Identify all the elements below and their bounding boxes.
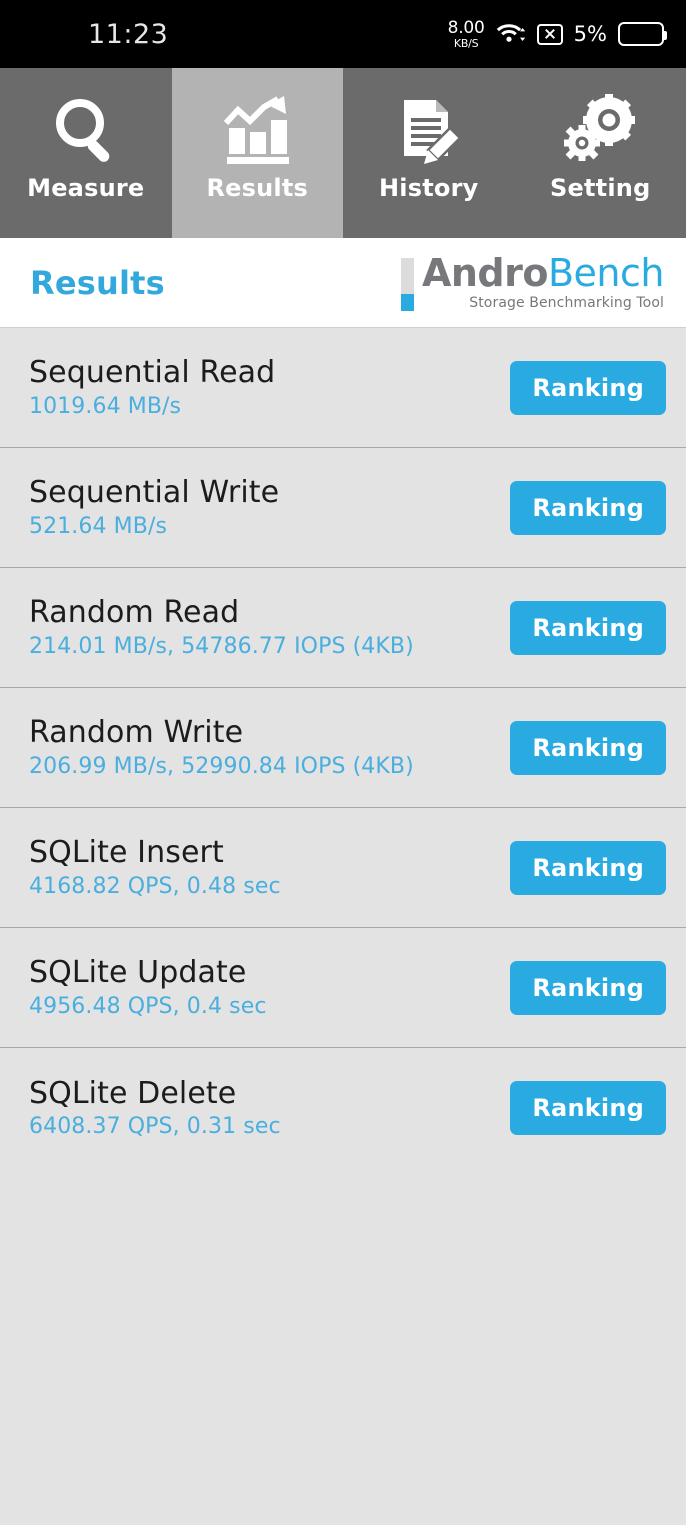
network-speed-value: 8.00 (447, 17, 485, 38)
ranking-button[interactable]: Ranking (510, 960, 666, 1015)
wifi-icon (496, 20, 526, 48)
row-text: SQLite Update 4956.48 QPS, 0.4 sec (29, 957, 267, 1018)
ranking-button[interactable]: Ranking (510, 360, 666, 415)
app-header: Results AndroBench Storage Benchmarking … (0, 238, 686, 328)
table-row[interactable]: Sequential Read 1019.64 MB/s Ranking (0, 328, 686, 448)
logo-bar-mark (400, 254, 414, 311)
result-value: 206.99 MB/s, 52990.84 IOPS (4KB) (29, 753, 414, 779)
result-value: 4956.48 QPS, 0.4 sec (29, 993, 267, 1019)
ranking-button[interactable]: Ranking (510, 720, 666, 775)
result-title: Random Write (29, 715, 244, 751)
result-value: 4168.82 QPS, 0.48 sec (29, 873, 281, 899)
tab-setting-label: Setting (550, 174, 651, 202)
ranking-button[interactable]: Ranking (510, 480, 666, 535)
table-row[interactable]: SQLite Update 4956.48 QPS, 0.4 sec Ranki… (0, 928, 686, 1048)
gears-icon (561, 90, 639, 172)
network-speed-unit: KB/S (453, 36, 479, 50)
row-text: SQLite Delete 6408.37 QPS, 0.31 sec (29, 1078, 281, 1139)
result-value: 521.64 MB/s (29, 513, 168, 539)
row-text: Sequential Read 1019.64 MB/s (29, 357, 275, 418)
results-list: Sequential Read 1019.64 MB/s Ranking Seq… (0, 328, 686, 1168)
table-row[interactable]: Random Read 214.01 MB/s, 54786.77 IOPS (… (0, 568, 686, 688)
tab-measure[interactable]: Measure (0, 68, 172, 238)
page-title: Results (30, 263, 165, 302)
status-bar: 11:23 8.00 KB/S 5% (0, 0, 686, 68)
logo-tagline: Storage Benchmarking Tool (469, 295, 664, 311)
result-value: 214.01 MB/s, 54786.77 IOPS (4KB) (29, 633, 414, 659)
table-row[interactable]: Random Write 206.99 MB/s, 52990.84 IOPS … (0, 688, 686, 808)
table-row[interactable]: Sequential Write 521.64 MB/s Ranking (0, 448, 686, 568)
row-text: Random Write 206.99 MB/s, 52990.84 IOPS … (29, 717, 414, 778)
tab-bar: Measure Results History Setting (0, 68, 686, 238)
result-title: Sequential Write (29, 475, 280, 511)
tab-history[interactable]: History (343, 68, 515, 238)
tab-setting[interactable]: Setting (514, 68, 686, 238)
logo-name: AndroBench (421, 251, 665, 295)
document-pencil-icon (392, 90, 466, 172)
table-row[interactable]: SQLite Insert 4168.82 QPS, 0.48 sec Rank… (0, 808, 686, 928)
row-text: Sequential Write 521.64 MB/s (29, 477, 279, 538)
tab-results[interactable]: Results (171, 68, 343, 238)
ranking-button[interactable]: Ranking (510, 600, 666, 655)
battery-icon (618, 22, 667, 46)
network-speed-indicator: 8.00 KB/S (447, 17, 485, 50)
result-title: SQLite Update (29, 955, 247, 991)
battery-percent-label: 5% (573, 22, 607, 46)
logo-bar-top (400, 258, 414, 294)
tab-history-label: History (379, 174, 479, 202)
logo-wordmark: AndroBench Storage Benchmarking Tool (421, 251, 665, 311)
result-value: 1019.64 MB/s (29, 393, 182, 419)
result-title: SQLite Delete (29, 1075, 237, 1111)
bar-chart-icon (220, 90, 294, 172)
magnifier-icon (49, 90, 123, 172)
tab-measure-label: Measure (27, 174, 145, 202)
logo-name-second: Bench (547, 251, 665, 295)
result-value: 6408.37 QPS, 0.31 sec (29, 1114, 281, 1140)
logo-bar-bottom (400, 294, 414, 311)
ranking-button[interactable]: Ranking (510, 840, 666, 895)
tab-results-label: Results (206, 174, 308, 202)
row-text: Random Read 214.01 MB/s, 54786.77 IOPS (… (29, 597, 414, 658)
result-title: Sequential Read (29, 355, 276, 391)
androbench-logo: AndroBench Storage Benchmarking Tool (400, 251, 665, 311)
logo-name-first: Andro (421, 251, 549, 295)
sim-no-service-icon (536, 23, 563, 45)
status-bar-indicators: 8.00 KB/S 5% (447, 17, 667, 50)
ranking-button[interactable]: Ranking (510, 1081, 666, 1135)
table-row[interactable]: SQLite Delete 6408.37 QPS, 0.31 sec Rank… (0, 1048, 686, 1168)
result-title: SQLite Insert (29, 835, 224, 871)
result-title: Random Read (29, 595, 240, 631)
row-text: SQLite Insert 4168.82 QPS, 0.48 sec (29, 837, 281, 898)
status-clock: 11:23 (88, 18, 169, 50)
